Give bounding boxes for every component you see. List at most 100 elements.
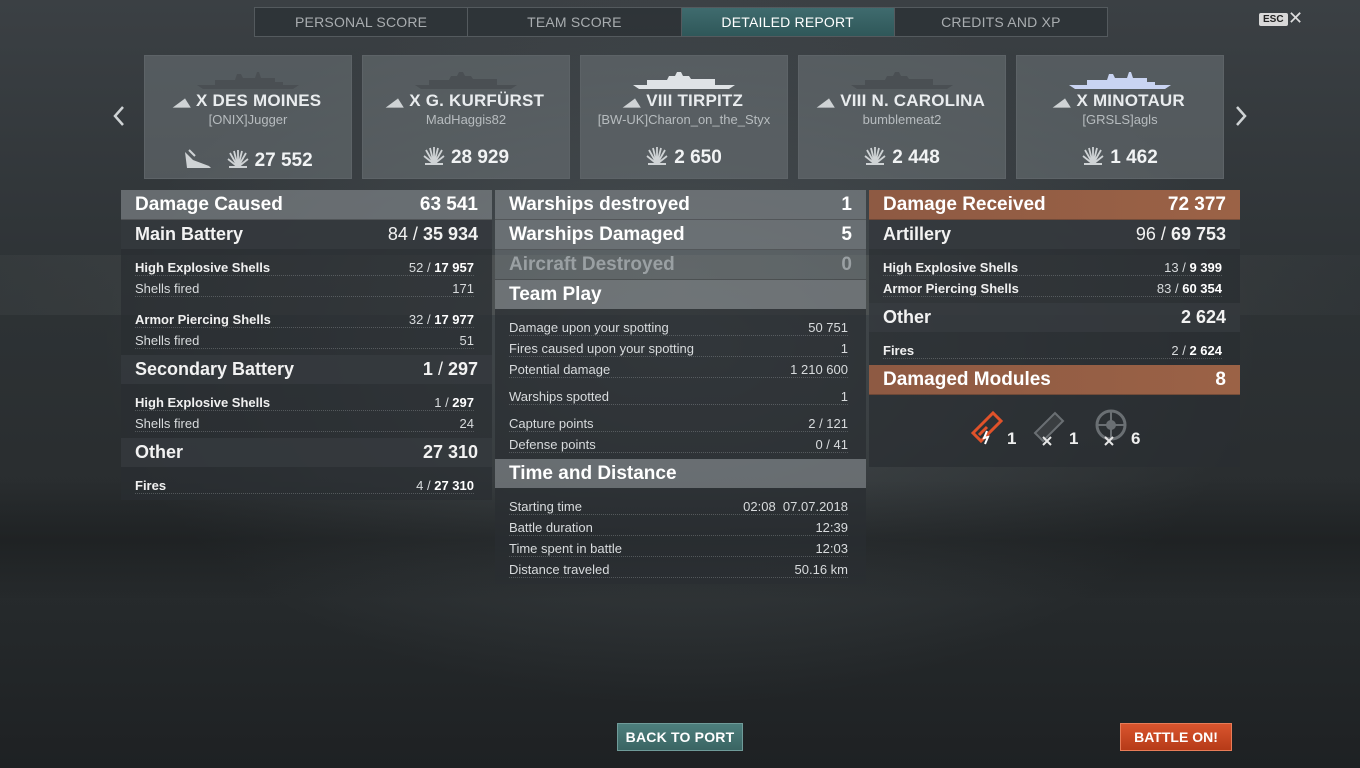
tab-personal-score[interactable]: PERSONAL SCORE bbox=[255, 8, 469, 36]
stat-row: Fires caused upon your spotting 1 bbox=[509, 336, 848, 357]
damaged-ships-carousel: ◢◣ X DES MOINES [ONIX]Jugger 27 552 ◢◣ X G… bbox=[144, 55, 1224, 179]
stat-row: Shells fired 171 bbox=[135, 276, 474, 297]
damaged-modules-list: 1 1 6 bbox=[869, 395, 1240, 467]
steering-gear-destroyed-icon bbox=[1095, 409, 1127, 446]
combat-summary-panel: Warships destroyed 1 Warships Damaged 5 Ai… bbox=[495, 190, 866, 584]
other-received-details: Fires 2 / 2 624 bbox=[869, 332, 1240, 365]
stat-row: Capture points 2 / 121 bbox=[509, 411, 848, 432]
stat-row: Armor Piercing Shells 32 / 17 977 bbox=[135, 307, 474, 328]
time-distance-header: Time and Distance bbox=[495, 459, 866, 488]
other-received-value: 2 624 bbox=[1180, 307, 1226, 327]
stat-row: Time spent in battle 12:03 bbox=[509, 536, 848, 557]
player-name: [ONIX]Jugger bbox=[208, 112, 288, 127]
stat-row: Potential damage 1 210 600 bbox=[509, 357, 848, 378]
module-item: 6 bbox=[1091, 407, 1140, 448]
ship-card[interactable]: ◢◣ X MINOTAUR [GRSLS]agls 1 462 bbox=[1016, 55, 1224, 179]
ship-class-icon: ◢◣ bbox=[622, 97, 645, 109]
main-battery-label: Main Battery bbox=[135, 224, 244, 244]
esc-key-hint[interactable]: ESC bbox=[1259, 13, 1288, 26]
other-caused-header: Other 27 310 bbox=[121, 438, 492, 467]
ship-card[interactable]: ◢◣ X G. KURFÜRST MadHaggis82 28 929 bbox=[362, 55, 570, 179]
artillery-value: 96 / 69 753 bbox=[1135, 224, 1226, 244]
damage-burst-icon bbox=[227, 150, 249, 168]
damage-burst-icon bbox=[864, 147, 886, 165]
damage-received-label: Damage Received bbox=[883, 193, 1046, 215]
module-item: 1 bbox=[1029, 407, 1078, 448]
ship-name: ◢◣ X G. KURFÜRST bbox=[385, 91, 545, 110]
damage-received-header: Damage Received 72 377 bbox=[869, 190, 1240, 220]
player-name: [GRSLS]agls bbox=[1082, 112, 1158, 127]
damage-received-panel: Damage Received 72 377 Artillery 96 / 69… bbox=[869, 190, 1240, 467]
ship-card[interactable]: ◢◣ VIII TIRPITZ [BW-UK]Charon_on_the_Styx… bbox=[580, 55, 788, 179]
ship-name: ◢◣ X MINOTAUR bbox=[1052, 91, 1185, 110]
tab-detailed-report[interactable]: DETAILED REPORT bbox=[681, 8, 895, 36]
carousel-prev-arrow-icon[interactable] bbox=[112, 104, 126, 133]
stat-row: Damage upon your spotting 50 751 bbox=[509, 315, 848, 336]
damage-caused-panel: Damage Caused 63 541 Main Battery 84 / 3… bbox=[121, 190, 492, 500]
secondary-battery-header: Secondary Battery 1 / 297 bbox=[121, 355, 492, 384]
ship-class-icon: ◢◣ bbox=[385, 97, 408, 109]
damage-value: 1 462 bbox=[1017, 146, 1223, 169]
other-caused-details: Fires 4 / 27 310 bbox=[121, 467, 492, 500]
close-icon[interactable]: ✕ bbox=[1288, 8, 1303, 29]
time-distance-details: Starting time 02:08 07.07.2018 Battle dur… bbox=[495, 488, 866, 584]
ship-class-icon: ◢◣ bbox=[1052, 97, 1075, 109]
warships-destroyed-header: Warships destroyed 1 bbox=[495, 190, 866, 220]
damage-value: 2 448 bbox=[799, 146, 1005, 169]
stat-row: High Explosive Shells 52 / 17 957 bbox=[135, 255, 474, 276]
main-battery-header: Main Battery 84 / 35 934 bbox=[121, 220, 492, 249]
player-name: [BW-UK]Charon_on_the_Styx bbox=[597, 112, 771, 127]
back-to-port-button[interactable]: BACK TO PORT bbox=[617, 723, 743, 751]
stat-row: Shells fired 24 bbox=[135, 411, 474, 432]
stat-row: Shells fired 51 bbox=[135, 328, 474, 349]
damage-value: 28 929 bbox=[363, 146, 569, 169]
main-battery-damaged-icon bbox=[970, 410, 1004, 445]
artillery-details: High Explosive Shells 13 / 9 399 Armor Pi… bbox=[869, 249, 1240, 303]
tab-team-score[interactable]: TEAM SCORE bbox=[468, 8, 682, 36]
damage-received-value: 72 377 bbox=[1167, 193, 1226, 215]
team-play-details: Damage upon your spotting 50 751 Fires ca… bbox=[495, 309, 866, 459]
damaged-modules-label: Damaged Modules bbox=[883, 368, 1051, 390]
ship-card[interactable]: ◢◣ VIII N. CAROLINA bumblemeat2 2 448 bbox=[798, 55, 1006, 179]
aircraft-destroyed-header: Aircraft Destroyed 0 bbox=[495, 250, 866, 280]
stat-row: Distance traveled 50.16 km bbox=[509, 557, 848, 578]
damaged-modules-value: 8 bbox=[1215, 368, 1226, 390]
player-name: bumblemeat2 bbox=[862, 112, 942, 127]
ship-name: ◢◣ X DES MOINES bbox=[172, 91, 322, 110]
warships-damaged-header: Warships Damaged 5 bbox=[495, 220, 866, 250]
cruiser-silhouette-icon bbox=[1069, 72, 1171, 89]
battleship-silhouette-icon bbox=[415, 72, 517, 89]
cruiser-silhouette-icon bbox=[197, 72, 299, 89]
torpedo-tube-destroyed-icon bbox=[1033, 411, 1065, 446]
tab-credits-and-xp[interactable]: CREDITS AND XP bbox=[895, 8, 1107, 36]
artillery-header: Artillery 96 / 69 753 bbox=[869, 220, 1240, 249]
damage-value: 2 650 bbox=[581, 146, 787, 169]
main-battery-details: High Explosive Shells 52 / 17 957 Shells … bbox=[121, 249, 492, 355]
stat-row: Fires 2 / 2 624 bbox=[883, 338, 1222, 359]
stat-row: Battle duration 12:39 bbox=[509, 515, 848, 536]
destroyed-ship-icon bbox=[185, 149, 212, 168]
secondary-battery-details: High Explosive Shells 1 / 297 Shells fire… bbox=[121, 384, 492, 438]
other-caused-label: Other bbox=[135, 442, 184, 462]
other-received-header: Other 2 624 bbox=[869, 303, 1240, 332]
damage-caused-label: Damage Caused bbox=[135, 193, 283, 215]
other-received-label: Other bbox=[883, 307, 932, 327]
damage-burst-icon bbox=[423, 147, 445, 165]
ship-name: ◢◣ VIII N. CAROLINA bbox=[816, 91, 986, 110]
damage-caused-value: 63 541 bbox=[419, 193, 478, 215]
secondary-battery-label: Secondary Battery bbox=[135, 359, 295, 379]
damage-burst-icon bbox=[1082, 147, 1104, 165]
damage-value: 27 552 bbox=[145, 146, 351, 172]
ship-card[interactable]: ◢◣ X DES MOINES [ONIX]Jugger 27 552 bbox=[144, 55, 352, 179]
other-caused-value: 27 310 bbox=[422, 442, 478, 462]
report-tabs: PERSONAL SCORE TEAM SCORE DETAILED REPOR… bbox=[254, 7, 1108, 37]
ship-class-icon: ◢◣ bbox=[172, 97, 195, 109]
main-battery-value: 84 / 35 934 bbox=[387, 224, 478, 244]
module-item: 1 bbox=[967, 407, 1016, 448]
damaged-modules-header: Damaged Modules 8 bbox=[869, 365, 1240, 395]
carousel-next-arrow-icon[interactable] bbox=[1234, 104, 1248, 133]
battle-on-button[interactable]: BATTLE ON! bbox=[1120, 723, 1232, 751]
team-play-header: Team Play bbox=[495, 280, 866, 309]
damage-burst-icon bbox=[646, 147, 668, 165]
stat-row: Fires 4 / 27 310 bbox=[135, 473, 474, 494]
